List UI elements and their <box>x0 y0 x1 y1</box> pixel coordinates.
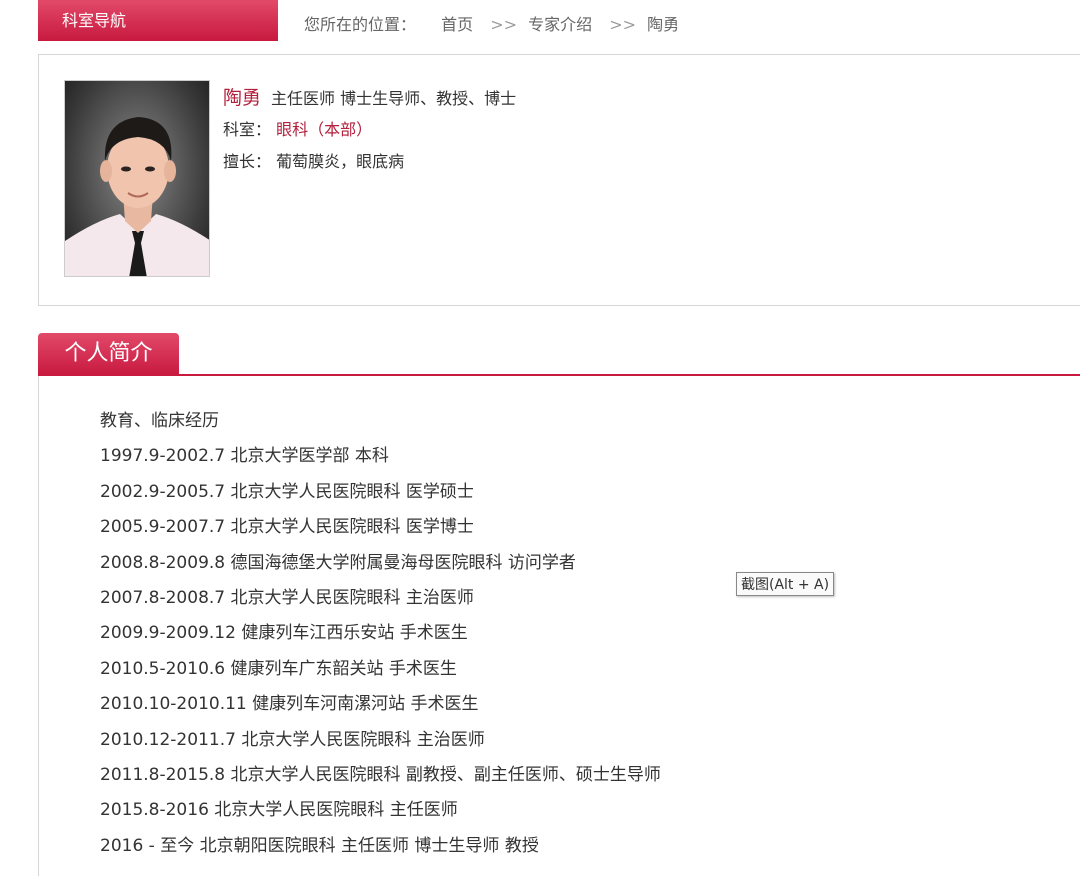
intro-line: 教育、临床经历 <box>100 411 219 431</box>
intro-line: 2007.8-2008.7 北京大学人民医院眼科 主治医师 <box>100 587 474 608</box>
breadcrumb-home-link[interactable]: 首页 <box>441 15 473 34</box>
section-tab-profile: 个人简介 <box>38 333 179 375</box>
breadcrumb-separator: >> <box>609 15 637 34</box>
intro-line: 2016 - 至今 北京朝阳医院眼科 主任医师 博士生导师 教授 <box>100 835 539 856</box>
intro-content: 教育、临床经历 1997.9-2002.7 北京大学医学部 本科 2002.9-… <box>100 407 661 867</box>
doctor-info: 陶勇 主任医师 博士生导师、教授、博士 科室： 眼科（本部） 擅长： 葡萄膜炎，眼… <box>223 86 516 182</box>
intro-line: 2010.12-2011.7 北京大学人民医院眼科 主治医师 <box>100 729 485 750</box>
tooltip-text: 截图(Alt + A) <box>741 577 830 593</box>
intro-line: 2005.9-2007.7 北京大学人民医院眼科 医学博士 <box>100 517 474 538</box>
specialty-value: 葡萄膜炎，眼底病 <box>276 152 405 171</box>
breadcrumb-experts-link[interactable]: 专家介绍 <box>528 15 592 34</box>
department-label: 科室： <box>223 120 272 139</box>
breadcrumb-current: 陶勇 <box>647 15 680 34</box>
intro-line: 2010.10-2010.11 健康列车河南漯河站 手术医生 <box>100 694 479 715</box>
section-title: 个人简介 <box>64 341 153 366</box>
breadcrumb-prefix: 您所在的位置： <box>304 15 417 34</box>
specialty-label: 擅长： <box>223 152 272 171</box>
doctor-photo <box>64 80 210 277</box>
doctor-name: 陶勇 <box>223 87 262 109</box>
screenshot-tooltip: 截图(Alt + A) <box>736 572 835 596</box>
intro-line: 2008.8-2009.8 德国海德堡大学附属曼海母医院眼科 访问学者 <box>100 552 576 573</box>
department-nav-tab[interactable]: 科室导航 <box>38 0 278 41</box>
breadcrumb-separator: >> <box>490 15 518 34</box>
department-nav-label: 科室导航 <box>62 11 127 30</box>
doctor-titles: 主任医师 博士生导师、教授、博士 <box>271 89 517 108</box>
section-divider <box>38 374 1080 376</box>
breadcrumb: 您所在的位置： 首页 >> 专家介绍 >> 陶勇 <box>304 11 685 35</box>
intro-line: 1997.9-2002.7 北京大学医学部 本科 <box>100 446 389 467</box>
department-link[interactable]: 眼科（本部） <box>276 120 372 139</box>
intro-line: 2011.8-2015.8 北京大学人民医院眼科 副教授、副主任医师、硕士生导师 <box>100 764 661 785</box>
intro-line: 2009.9-2009.12 健康列车江西乐安站 手术医生 <box>100 623 468 644</box>
section-border <box>38 376 39 876</box>
intro-line: 2002.9-2005.7 北京大学人民医院眼科 医学硕士 <box>100 481 474 502</box>
intro-line: 2010.5-2010.6 健康列车广东韶关站 手术医生 <box>100 658 457 679</box>
doctor-portrait-image <box>65 117 209 276</box>
intro-line: 2015.8-2016 北京大学人民医院眼科 主任医师 <box>100 800 458 821</box>
